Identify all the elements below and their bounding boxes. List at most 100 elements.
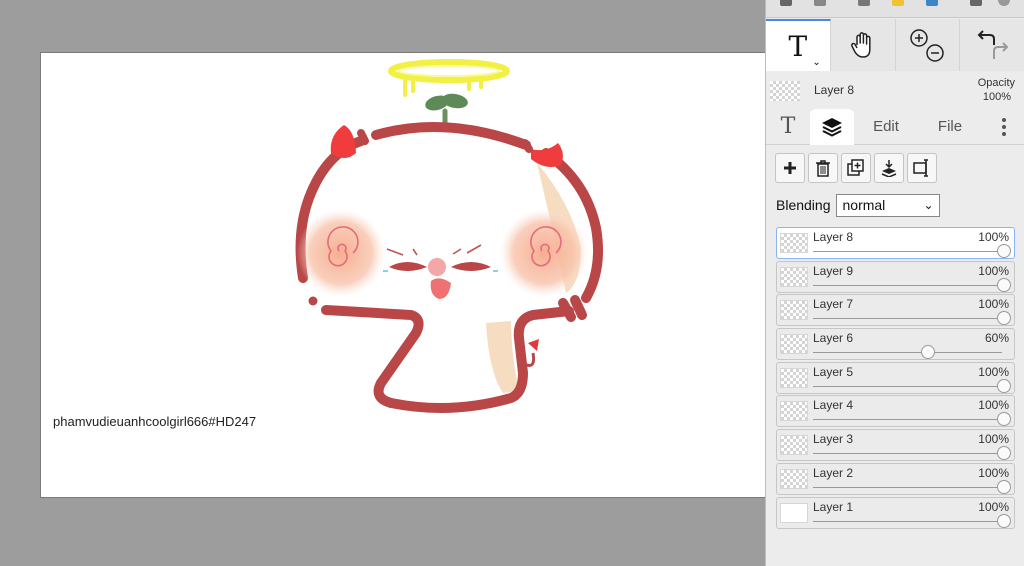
opacity-slider-knob[interactable] bbox=[997, 412, 1011, 427]
layer-opacity: 100% bbox=[978, 263, 1009, 278]
panel-tabs: T Edit File bbox=[766, 108, 1024, 145]
text-tool-button[interactable]: T ⌄ bbox=[766, 19, 831, 71]
layers-icon bbox=[822, 117, 842, 137]
artwork bbox=[295, 59, 603, 413]
opacity-slider-track[interactable] bbox=[813, 520, 1002, 522]
zoom-tool-button[interactable] bbox=[895, 19, 961, 71]
opacity-label: Opacity bbox=[977, 77, 1015, 89]
tab-file[interactable]: File bbox=[918, 109, 982, 145]
opacity-slider-track[interactable] bbox=[813, 419, 1002, 421]
current-layer-name: Layer 8 bbox=[814, 83, 855, 97]
layer-list: Layer 8 100% Layer 9 100% Layer 7 100% Layer 6… bbox=[776, 227, 1015, 530]
layer-row[interactable]: Layer 8 100% bbox=[776, 227, 1015, 259]
layer-row[interactable]: Layer 1 100% bbox=[776, 496, 1015, 529]
opacity-slider-knob[interactable] bbox=[997, 513, 1011, 528]
layer-thumbnail bbox=[780, 266, 808, 287]
opacity-slider-track[interactable] bbox=[813, 251, 1002, 252]
undo-redo-icon bbox=[977, 30, 1009, 59]
layer-thumbnail bbox=[780, 401, 808, 422]
layer-name: Layer 4 bbox=[813, 398, 854, 413]
sprout bbox=[425, 93, 468, 130]
tab-text[interactable]: T bbox=[766, 109, 810, 145]
opacity-slider-knob[interactable] bbox=[997, 311, 1011, 326]
chevron-down-icon[interactable]: ⌄ bbox=[812, 57, 820, 68]
fill-color-icon[interactable] bbox=[892, 0, 904, 6]
layer-name: Layer 2 bbox=[813, 465, 854, 480]
opacity-slider-track[interactable] bbox=[813, 385, 1002, 387]
layer-name: Layer 5 bbox=[813, 364, 854, 379]
layer-thumbnail bbox=[780, 334, 808, 355]
opacity-slider-knob[interactable] bbox=[920, 345, 935, 360]
side-panel: T ⌄ Layer 8 Opacity 100% T Edit File Ble… bbox=[765, 0, 1024, 566]
layer-opacity: 100% bbox=[978, 230, 1009, 244]
opacity-slider-knob[interactable] bbox=[997, 446, 1011, 461]
opacity-slider-track[interactable] bbox=[813, 284, 1002, 286]
opacity-slider-track[interactable] bbox=[813, 352, 1002, 354]
layer-opacity: 100% bbox=[978, 398, 1009, 413]
layer-name: Layer 6 bbox=[813, 331, 854, 346]
tab-edit[interactable]: Edit bbox=[854, 109, 918, 145]
layer-row[interactable]: Layer 9 100% bbox=[776, 260, 1015, 293]
layer-row[interactable]: Layer 3 100% bbox=[776, 429, 1015, 462]
layer-thumbnail bbox=[780, 300, 808, 321]
settings-icon[interactable] bbox=[970, 0, 982, 6]
chevron-down-icon: ⌄ bbox=[923, 197, 934, 212]
layer-row[interactable]: Layer 2 100% bbox=[776, 462, 1015, 495]
layer-thumbnail bbox=[780, 233, 808, 253]
select-icon[interactable] bbox=[858, 0, 870, 6]
opacity-value: 100% bbox=[982, 91, 1011, 103]
file-tab-label: File bbox=[937, 118, 963, 135]
layer-properties-button[interactable] bbox=[907, 153, 937, 183]
eraser-icon[interactable] bbox=[814, 0, 826, 6]
layer-thumbnail bbox=[780, 367, 808, 388]
text-tab-label: T bbox=[780, 114, 796, 139]
opacity-slider-knob[interactable] bbox=[997, 277, 1011, 292]
merge-down-button[interactable] bbox=[874, 153, 904, 183]
layer-actions bbox=[775, 153, 937, 183]
tool-row: T ⌄ bbox=[766, 19, 1024, 71]
layer-name: Layer 7 bbox=[813, 297, 854, 312]
text-T-icon: T bbox=[788, 29, 808, 63]
layer-thumbnail bbox=[780, 435, 808, 456]
edit-tab-label: Edit bbox=[873, 118, 899, 135]
duplicate-layer-icon bbox=[847, 159, 864, 176]
layer-row[interactable]: Layer 4 100% bbox=[776, 395, 1015, 428]
stroke-color-icon[interactable] bbox=[926, 0, 938, 6]
undo-redo-button[interactable] bbox=[960, 19, 1024, 71]
opacity-slider-track[interactable] bbox=[813, 318, 1002, 320]
layer-row[interactable]: Layer 6 60% bbox=[776, 328, 1015, 361]
layer-thumbnail bbox=[780, 468, 808, 489]
layer-opacity: 100% bbox=[978, 499, 1009, 514]
delete-layer-button[interactable] bbox=[808, 153, 838, 183]
layer-name: Layer 1 bbox=[813, 499, 854, 514]
delete-layer-icon bbox=[816, 160, 830, 177]
opacity-slider-track[interactable] bbox=[813, 453, 1002, 455]
hand-tool-button[interactable] bbox=[830, 19, 896, 71]
drawing-canvas[interactable]: phamvudieuanhcoolgirl666#HD247 bbox=[40, 52, 765, 498]
layer-name: Layer 3 bbox=[813, 432, 854, 447]
layer-row[interactable]: Layer 7 100% bbox=[776, 294, 1015, 327]
nose bbox=[428, 258, 451, 299]
merge-down-icon bbox=[881, 160, 897, 177]
opacity-slider-track[interactable] bbox=[813, 486, 1002, 488]
pencil-icon[interactable] bbox=[780, 0, 792, 6]
layer-row[interactable]: Layer 5 100% bbox=[776, 361, 1015, 394]
duplicate-layer-button[interactable] bbox=[841, 153, 871, 183]
blending-mode-select[interactable]: normal ⌄ bbox=[835, 193, 940, 217]
layer-name: Layer 9 bbox=[813, 263, 854, 278]
layer-properties-icon bbox=[913, 159, 928, 177]
more-menu-button[interactable] bbox=[982, 109, 1024, 145]
workspace: phamvudieuanhcoolgirl666#HD247 bbox=[0, 0, 765, 566]
paw-dot bbox=[308, 296, 318, 306]
add-layer-button[interactable] bbox=[775, 153, 805, 183]
layer-opacity: 100% bbox=[978, 465, 1009, 480]
opacity-slider-knob[interactable] bbox=[997, 244, 1011, 258]
current-layer-thumbnail bbox=[770, 81, 800, 101]
layer-opacity: 60% bbox=[984, 331, 1009, 346]
opacity-slider-knob[interactable] bbox=[997, 479, 1011, 494]
zoom-in-out-icon bbox=[910, 29, 945, 62]
tab-layers[interactable] bbox=[810, 108, 854, 145]
more-vertical-icon bbox=[1001, 117, 1006, 136]
opacity-slider-knob[interactable] bbox=[997, 378, 1011, 393]
help-icon[interactable] bbox=[998, 0, 1010, 6]
